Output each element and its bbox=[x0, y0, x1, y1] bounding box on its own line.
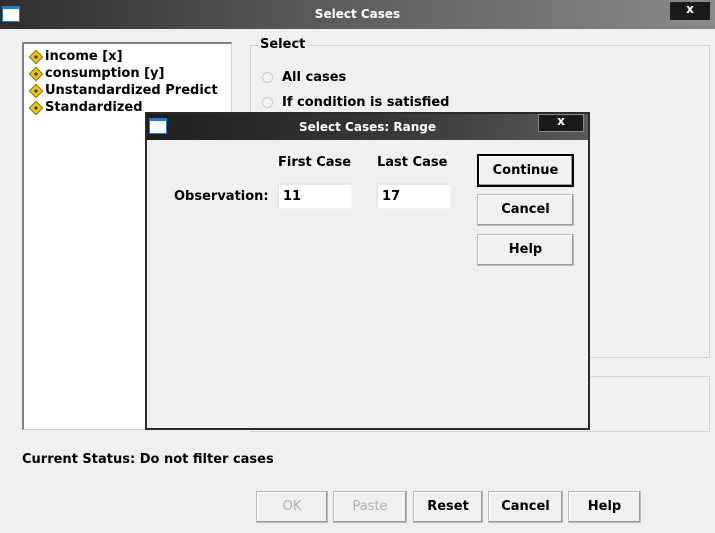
radio-if-condition[interactable]: If condition is satisfied bbox=[262, 95, 449, 110]
select-group-legend: Select bbox=[258, 37, 308, 52]
variable-item-income[interactable]: income [x] bbox=[28, 48, 231, 65]
variable-label: Standardized bbox=[45, 100, 143, 115]
select-cases-range-dialog: Select Cases: Range x First Case Last Ca… bbox=[145, 112, 590, 430]
observation-label: Observation: bbox=[174, 189, 269, 204]
scale-variable-icon bbox=[28, 100, 44, 115]
help-button[interactable]: Help bbox=[568, 491, 641, 523]
range-dialog-titlebar[interactable]: Select Cases: Range x bbox=[147, 114, 588, 140]
scale-variable-icon bbox=[28, 49, 44, 64]
range-dialog-close-button[interactable]: x bbox=[538, 114, 584, 132]
range-cancel-button[interactable]: Cancel bbox=[477, 194, 574, 226]
last-case-header: Last Case bbox=[377, 155, 448, 170]
reset-button[interactable]: Reset bbox=[413, 491, 483, 523]
last-case-input[interactable]: 17 bbox=[376, 183, 451, 209]
first-case-input[interactable]: 11 bbox=[277, 183, 352, 209]
scale-variable-icon bbox=[28, 66, 44, 81]
radio-all-cases[interactable]: All cases bbox=[262, 70, 346, 85]
variable-label: income [x] bbox=[45, 49, 123, 64]
current-status-text: Current Status: Do not filter cases bbox=[22, 452, 274, 467]
cancel-button[interactable]: Cancel bbox=[488, 491, 563, 523]
variable-label: Unstandardized Predict bbox=[45, 83, 218, 98]
range-help-button[interactable]: Help bbox=[477, 234, 574, 266]
radio-label: If condition is satisfied bbox=[282, 95, 450, 110]
variable-label: consumption [y] bbox=[45, 66, 165, 81]
range-dialog-title: Select Cases: Range bbox=[299, 120, 436, 134]
ok-button[interactable]: OK bbox=[256, 491, 328, 523]
continue-button[interactable]: Continue bbox=[477, 154, 574, 187]
range-dialog-app-icon bbox=[149, 118, 167, 134]
window-title: Select Cases bbox=[314, 7, 401, 21]
window-titlebar[interactable]: Select Cases x bbox=[0, 0, 715, 29]
first-case-header: First Case bbox=[278, 155, 352, 170]
window-close-button[interactable]: x bbox=[669, 1, 711, 21]
radio-label: All cases bbox=[282, 70, 347, 85]
variable-item-unstandardized-predicted[interactable]: Unstandardized Predict bbox=[28, 82, 231, 99]
scale-variable-icon bbox=[28, 83, 44, 98]
variable-item-consumption[interactable]: consumption [y] bbox=[28, 65, 231, 82]
radio-button-icon[interactable] bbox=[262, 72, 273, 83]
window-app-icon bbox=[2, 6, 20, 22]
radio-button-icon[interactable] bbox=[262, 97, 273, 108]
paste-button[interactable]: Paste bbox=[333, 491, 407, 523]
